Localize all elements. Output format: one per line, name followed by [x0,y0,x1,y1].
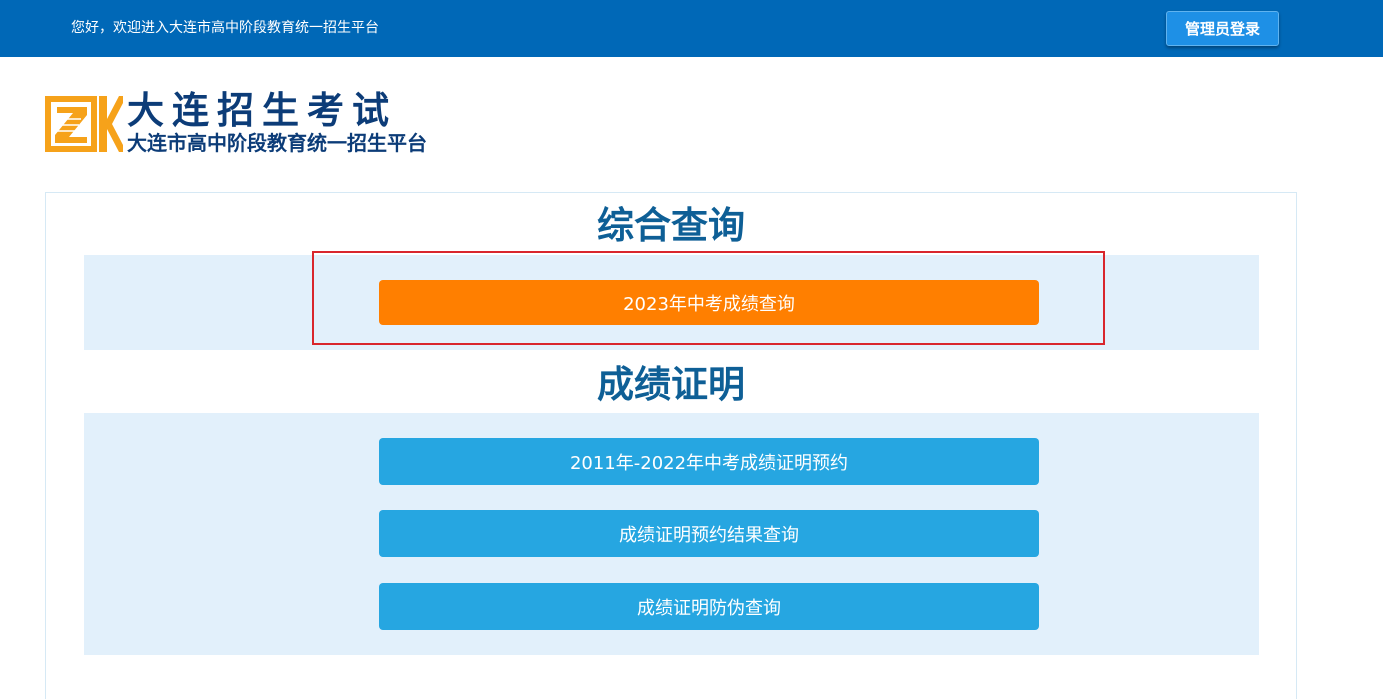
query-band: 2023年中考成绩查询 [84,255,1259,350]
certificate-appointment-button[interactable]: 2011年-2022年中考成绩证明预约 [379,438,1039,485]
appointment-result-query-button[interactable]: 成绩证明预约结果查询 [379,510,1039,557]
certificate-band: 2011年-2022年中考成绩证明预约 成绩证明预约结果查询 成绩证明防伪查询 [84,413,1259,655]
top-bar: 您好，欢迎进入大连市高中阶段教育统一招生平台 管理员登录 [0,0,1383,57]
anti-counterfeit-query-button[interactable]: 成绩证明防伪查询 [379,583,1039,630]
logo-title: 大连招生考试 [127,89,397,132]
section-title-query: 综合查询 [597,204,745,247]
logo-subtitle: 大连市高中阶段教育统一招生平台 [127,131,427,155]
admin-login-button[interactable]: 管理员登录 [1166,11,1279,46]
score-query-2023-button[interactable]: 2023年中考成绩查询 [379,280,1039,325]
site-logo[interactable]: 大连招生考试 大连市高中阶段教育统一招生平台 [45,89,455,157]
section-title-certificate: 成绩证明 [597,363,745,406]
welcome-text: 您好，欢迎进入大连市高中阶段教育统一招生平台 [71,20,379,36]
main-panel: 综合查询 2023年中考成绩查询 成绩证明 2011年-2022年中考成绩证明预… [45,192,1297,699]
zk-logo-icon [45,96,123,152]
